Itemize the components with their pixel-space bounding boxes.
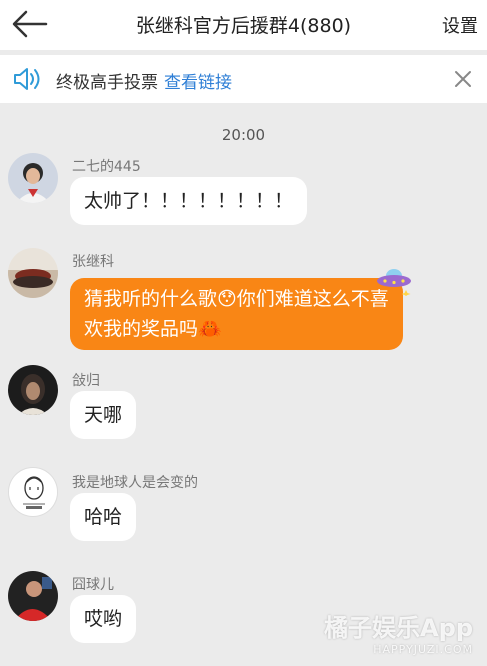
avatar[interactable] — [8, 467, 58, 517]
settings-button[interactable]: 设置 — [442, 12, 478, 38]
avatar[interactable] — [8, 153, 58, 203]
watermark-url: HAPPYJUZI.COM — [373, 643, 473, 656]
view-link[interactable]: 查看链接 — [164, 73, 232, 93]
close-icon[interactable] — [453, 69, 473, 89]
message-bubble[interactable]: 猜我听的什么歌😯你们难道这么不喜欢我的奖品吗🦀 — [70, 278, 403, 350]
message-bubble[interactable]: 天哪 — [70, 391, 137, 439]
message-bubble[interactable]: 哎哟 — [70, 595, 137, 643]
avatar[interactable] — [8, 571, 58, 621]
timestamp: 20:00 — [221, 126, 266, 144]
announcement-title: 终极高手投票 — [56, 73, 158, 93]
speaker-icon — [14, 68, 40, 90]
top-bar: 张继科官方后援群4(880) 设置 — [0, 0, 487, 50]
chat-title: 张继科官方后援群4(880) — [135, 15, 352, 37]
watermark: 橘子娱乐App HAPPYJUZI.COM — [324, 608, 473, 656]
avatar[interactable] — [8, 365, 58, 415]
watermark-logo: 橘子娱乐App — [324, 614, 473, 642]
message-bubble[interactable]: 太帅了！！！！！！！！ — [70, 177, 308, 225]
announcement-bar[interactable]: 终极高手投票 查看链接 — [0, 55, 487, 103]
sender-name: 敆归 — [72, 373, 100, 389]
sender-name: 张继科 — [72, 254, 114, 270]
ufo-sticker-icon — [377, 269, 411, 296]
sender-name: 囧球儿 — [72, 577, 114, 593]
sender-name: 二七的445 — [72, 159, 141, 175]
announcement-text: 终极高手投票 查看链接 — [56, 68, 232, 93]
message-bubble[interactable]: 哈哈 — [70, 493, 137, 541]
avatar[interactable] — [8, 248, 58, 298]
sender-name: 我是地球人是会变的 — [72, 475, 198, 491]
